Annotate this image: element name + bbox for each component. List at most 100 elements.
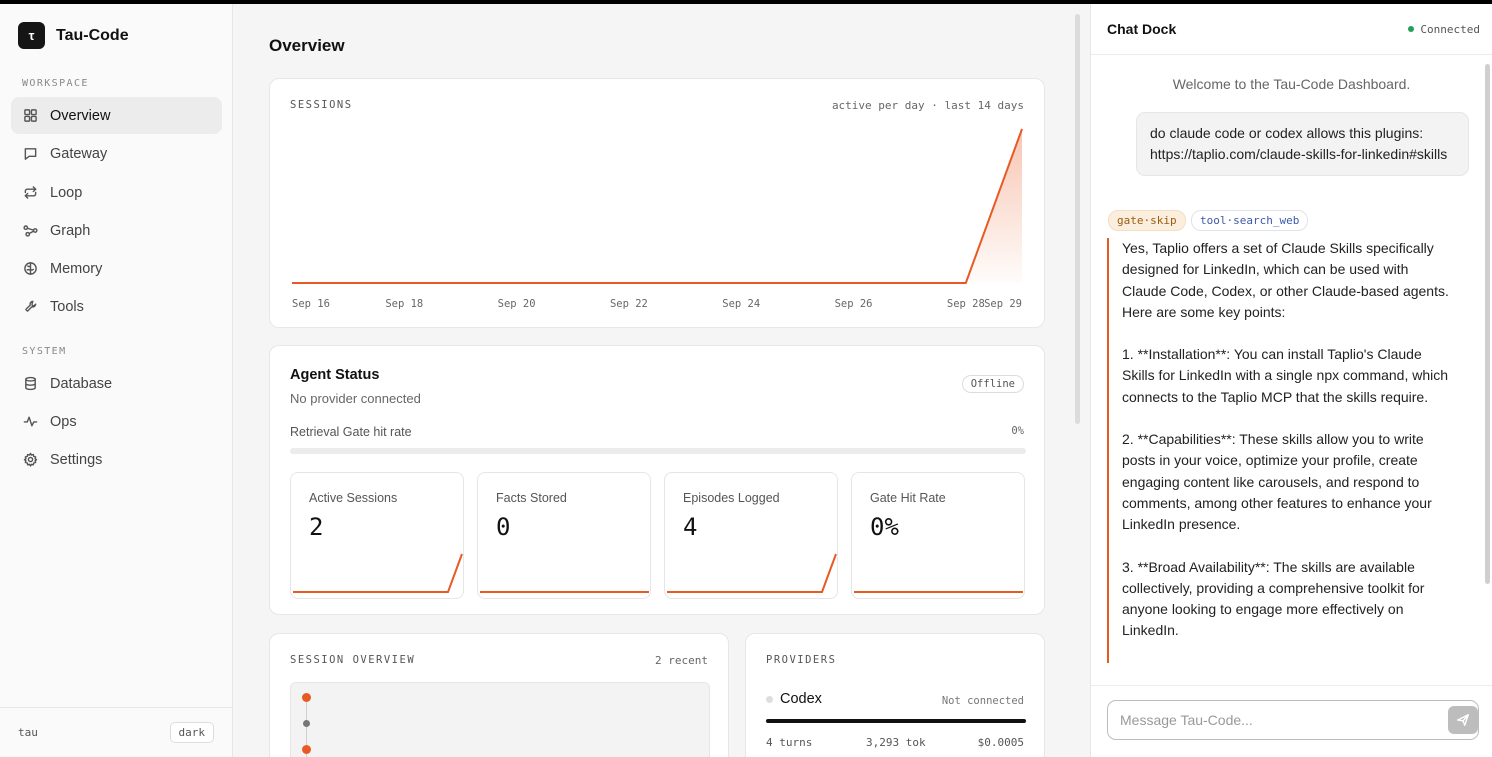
brand-name: Tau-Code <box>56 26 129 44</box>
sidebar-item-label: Database <box>50 375 113 392</box>
sidebar-item-loop[interactable]: Loop <box>11 174 222 211</box>
main-scrollbar[interactable] <box>1075 14 1080 424</box>
assistant-paragraph: 3. **Broad Availability**: The skills ar… <box>1122 558 1425 639</box>
metric-card-episodes-logged: Episodes Logged 4 <box>664 472 838 599</box>
timeline-node[interactable] <box>302 693 311 702</box>
sidebar-item-label: Ops <box>50 413 77 430</box>
metric-value: 0 <box>496 513 511 541</box>
agent-status-title: Agent Status <box>290 367 380 383</box>
chat-header: Chat Dock Connected <box>1091 4 1492 55</box>
sessions-line <box>292 128 1023 284</box>
chat-dock: Chat Dock Connected Welcome to the Tau-C… <box>1090 4 1492 757</box>
metric-card-active-sessions: Active Sessions 2 <box>290 472 464 599</box>
sidebar-item-label: Tools <box>50 298 84 315</box>
wrench-icon <box>25 300 37 312</box>
assistant-paragraph: Yes, Taplio offers a set of Claude Skill… <box>1122 240 1449 320</box>
metric-label: Episodes Logged <box>683 491 780 505</box>
status-dot-icon <box>1408 26 1415 32</box>
gate-value: 0% <box>1011 425 1024 437</box>
page-title: Overview <box>269 36 345 55</box>
provider-tokens: 3,293 tok <box>866 736 926 749</box>
provider-turns: 4 turns <box>766 736 813 749</box>
brain-icon <box>24 262 37 275</box>
send-button[interactable] <box>1448 706 1478 734</box>
user-name: tau <box>18 726 38 739</box>
timeline-node[interactable] <box>302 745 311 754</box>
session-timeline[interactable] <box>290 682 710 757</box>
sidebar-item-label: Memory <box>50 260 103 277</box>
sidebar-item-overview[interactable]: Overview <box>11 97 222 134</box>
agent-status-card: Agent Status No provider connected Offli… <box>269 345 1045 615</box>
repeat-icon <box>24 186 37 199</box>
assistant-message: Yes, Taplio offers a set of Claude Skill… <box>1107 238 1452 663</box>
assistant-paragraph: 2. **Capabilities**: These skills allow … <box>1122 431 1432 533</box>
chat-scrollbar-thumb[interactable] <box>1485 64 1490 584</box>
gate-progress-track <box>290 448 1026 454</box>
provider-name[interactable]: Codex <box>780 691 822 707</box>
x-tick-label: Sep 29 <box>984 298 1022 310</box>
sidebar-item-memory[interactable]: Memory <box>11 250 222 287</box>
sidebar-item-label: Graph <box>50 222 91 239</box>
x-tick-label: Sep 18 <box>385 298 423 310</box>
provider-status: Not connected <box>941 695 1024 707</box>
metric-sparkline <box>480 591 649 593</box>
gear-icon <box>23 452 38 467</box>
gate-tag: gate·skip <box>1108 210 1186 231</box>
theme-toggle-button[interactable]: dark <box>169 722 214 743</box>
main-content: Overview SESSIONS active per day · last … <box>233 4 1090 757</box>
metric-card-gate-hit-rate: Gate Hit Rate 0% <box>851 472 1025 599</box>
welcome-message: Welcome to the Tau-Code Dashboard. <box>1172 76 1411 92</box>
send-icon <box>1457 714 1469 726</box>
sidebar-item-label: Settings <box>50 451 103 468</box>
metric-label: Gate Hit Rate <box>870 491 946 505</box>
connection-label: Connected <box>1420 22 1480 36</box>
provider-usage-bar <box>766 719 1026 723</box>
chat-title: Chat Dock <box>1107 21 1177 37</box>
sessions-chart: Sep 16 Sep 18 Sep 20 Sep 22 Sep 24 Sep 26 Sep … <box>291 128 1023 310</box>
gate-label: Retrieval Gate hit rate <box>290 425 412 439</box>
providers-label: PROVIDERS <box>766 654 837 666</box>
metric-card-facts-stored: Facts Stored 0 <box>477 472 651 599</box>
connection-status: Connected <box>1408 23 1480 36</box>
brand-logo: τ <box>18 22 45 49</box>
metric-value: 4 <box>683 513 698 541</box>
message-input[interactable] <box>1107 700 1479 740</box>
grid-icon <box>24 109 37 122</box>
sidebar-item-tools[interactable]: Tools <box>11 288 222 325</box>
providers-card: PROVIDERS Codex Not connected 4 turns 3,… <box>745 633 1045 757</box>
agent-status-subtitle: No provider connected <box>290 391 421 406</box>
status-badge: Offline <box>961 375 1024 393</box>
x-tick-label: Sep 16 <box>292 298 330 310</box>
sidebar-item-settings[interactable]: Settings <box>11 441 222 478</box>
graph-icon <box>23 225 38 237</box>
sidebar-item-ops[interactable]: Ops <box>11 403 222 440</box>
metric-value: 0% <box>870 513 899 541</box>
chat-scrollbar[interactable] <box>1485 64 1490 684</box>
x-tick-label: Sep 26 <box>835 298 873 310</box>
metric-label: Active Sessions <box>309 491 398 505</box>
nav-section-workspace: WORKSPACE <box>22 78 89 89</box>
metric-sparkline <box>854 591 1023 593</box>
sessions-area <box>292 129 1022 283</box>
timeline-node[interactable] <box>303 720 310 727</box>
session-overview-label: SESSION OVERVIEW <box>290 654 416 666</box>
provider-status-dot <box>766 696 773 703</box>
activity-icon <box>23 416 38 427</box>
sessions-card: SESSIONS active per day · last 14 days S… <box>269 78 1045 328</box>
sidebar-item-label: Loop <box>50 184 83 201</box>
x-tick-label: Sep 22 <box>610 298 648 310</box>
sidebar-footer: tau dark <box>0 707 232 757</box>
sidebar-item-database[interactable]: Database <box>11 365 222 402</box>
sidebar-item-graph[interactable]: Graph <box>11 212 222 249</box>
metric-label: Facts Stored <box>496 491 567 505</box>
brand[interactable]: τ Tau-Code <box>18 22 129 49</box>
sidebar-item-label: Gateway <box>50 145 108 162</box>
x-tick-label: Sep 28 <box>947 298 985 310</box>
assistant-paragraph: 1. **Installation**: You can install Tap… <box>1122 346 1449 405</box>
sidebar: τ Tau-Code WORKSPACE Overview Gateway Lo… <box>0 4 233 757</box>
session-overview-card: SESSION OVERVIEW 2 recent <box>269 633 729 757</box>
x-tick-label: Sep 20 <box>498 298 536 310</box>
metric-sparkline <box>293 553 463 593</box>
sidebar-item-gateway[interactable]: Gateway <box>11 135 222 172</box>
tool-tag: tool·search_web <box>1191 210 1309 231</box>
